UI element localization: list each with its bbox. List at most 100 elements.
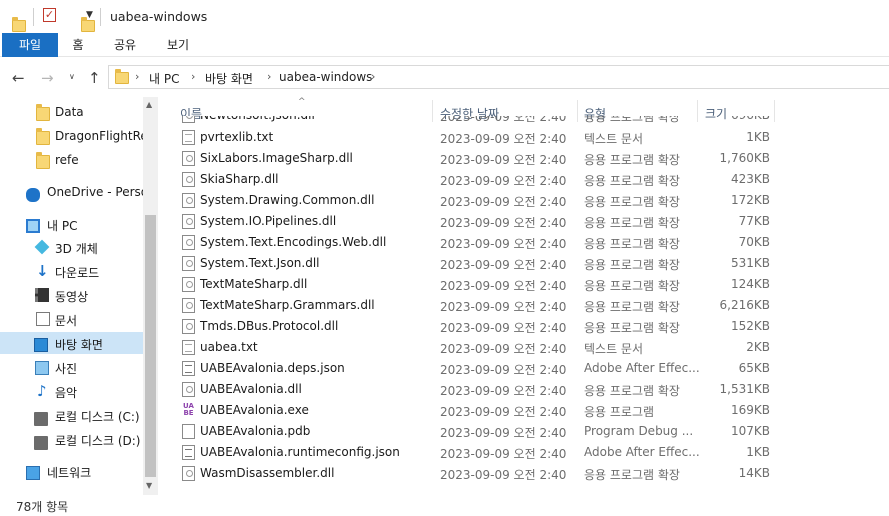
file-type: Adobe After Effec... (584, 445, 700, 459)
window-title: uabea-windows (110, 9, 208, 24)
nav-item-data[interactable]: Data (0, 101, 143, 123)
file-row[interactable]: System.Drawing.Common.dll 2023-09-09 오전 2… (158, 190, 889, 211)
tab-share[interactable]: 공유 (106, 33, 144, 57)
nav-item-refe[interactable]: refe (0, 149, 143, 171)
file-row[interactable]: System.Text.Encodings.Web.dll 2023-09-09 … (158, 232, 889, 253)
dll-file-icon (182, 193, 195, 208)
back-arrow-icon[interactable]: ← (12, 69, 25, 87)
nav-item-local-disk-d[interactable]: 로컬 디스크 (D:) (0, 428, 143, 450)
file-row[interactable]: UABEAvalonia.deps.json 2023-09-09 오전 2:40… (158, 358, 889, 379)
nav-item-downloads[interactable]: ↓ 다운로드 (0, 260, 143, 282)
json-file-icon (182, 361, 195, 376)
txt-file-icon (182, 130, 195, 145)
file-size: 1KB (746, 445, 770, 459)
nav-item-videos[interactable]: 동영상 (0, 284, 143, 306)
file-date-modified: 2023-09-09 오전 2:40 (440, 237, 567, 251)
nav-item-music[interactable]: ♪ 음악 (0, 380, 143, 402)
breadcrumb-chevron-icon[interactable]: › (267, 70, 271, 83)
file-type: 응용 프로그램 (584, 405, 655, 419)
file-row[interactable]: System.Text.Json.dll 2023-09-09 오전 2:40 응용… (158, 253, 889, 274)
video-icon (35, 288, 49, 302)
recent-locations-chevron-icon[interactable]: ∨ (69, 72, 75, 81)
new-folder-icon[interactable] (81, 16, 95, 32)
breadcrumb-chevron-icon[interactable]: › (191, 70, 195, 83)
file-row[interactable]: System.IO.Pipelines.dll 2023-09-09 오전 2:4… (158, 211, 889, 232)
file-date-modified: 2023-09-09 오전 2:40 (440, 405, 567, 419)
dll-file-icon (182, 151, 195, 166)
nav-item-local-disk-c[interactable]: 로컬 디스크 (C:) (0, 404, 143, 426)
onedrive-icon (26, 188, 40, 202)
breadcrumb-chevron-icon[interactable]: › (371, 70, 375, 83)
scroll-up-arrow-icon[interactable]: ▲ (146, 100, 152, 109)
nav-item-dragonflightres[interactable]: DragonFlightRes (0, 125, 143, 147)
file-size: 77KB (738, 214, 770, 228)
nav-item-desktop[interactable]: 바탕 화면 (0, 332, 143, 354)
txt-file-icon (182, 340, 195, 355)
file-size: 152KB (730, 319, 770, 333)
nav-item-label: 다운로드 (55, 266, 100, 280)
title-bar: ✓ ▼ uabea-windows (0, 0, 889, 33)
music-icon: ♪ (37, 382, 47, 400)
dll-file-icon (182, 172, 195, 187)
dll-file-icon (182, 466, 195, 481)
file-type: Adobe After Effec... (584, 361, 700, 375)
tab-file[interactable]: 파일 (2, 33, 58, 57)
file-size: 6,216KB (719, 298, 770, 312)
nav-item-documents[interactable]: 문서 (0, 308, 143, 330)
file-row[interactable]: TextMateSharp.Grammars.dll 2023-09-09 오전 … (158, 295, 889, 316)
file-name: Newtonsoft.Json.dll (200, 116, 315, 122)
breadcrumb-this-pc[interactable]: 내 PC (149, 70, 179, 87)
quick-access-dropdown-icon[interactable]: ▼ (86, 10, 93, 20)
file-row[interactable]: UABEAvalonia.runtimeconfig.json 2023-09-0… (158, 442, 889, 463)
file-row[interactable]: TextMateSharp.dll 2023-09-09 오전 2:40 응용 프로… (158, 274, 889, 295)
file-row[interactable]: SixLabors.ImageSharp.dll 2023-09-09 오전 2:… (158, 148, 889, 169)
breadcrumb-chevron-icon[interactable]: › (135, 70, 139, 83)
file-date-modified: 2023-09-09 오전 2:40 (440, 216, 567, 230)
file-size: 169KB (730, 403, 770, 417)
up-arrow-icon[interactable]: ↑ (88, 69, 101, 87)
scroll-down-arrow-icon[interactable]: ▼ (146, 481, 152, 490)
file-row[interactable]: Newtonsoft.Json.dll 2023-09-09 오전 2:40 응용 … (158, 116, 889, 127)
file-row[interactable]: WasmDisassembler.dll 2023-09-09 오전 2:40 응용… (158, 463, 889, 484)
tab-view[interactable]: 보기 (158, 33, 198, 57)
tab-home[interactable]: 홈 (62, 33, 94, 57)
breadcrumb-current-folder[interactable]: uabea-windows (279, 70, 372, 84)
forward-arrow-icon[interactable]: → (41, 69, 54, 87)
ribbon-tabs: 파일 홈 공유 보기 (0, 33, 889, 57)
breadcrumb-desktop[interactable]: 바탕 화면 (205, 70, 253, 87)
file-size: 107KB (730, 424, 770, 438)
pictures-icon (35, 361, 49, 375)
file-row[interactable]: UABEAvalonia.pdb 2023-09-09 오전 2:40 Progra… (158, 421, 889, 442)
disk-icon (34, 412, 48, 426)
file-size: 1,760KB (719, 151, 770, 165)
folder-icon (36, 128, 50, 145)
file-date-modified: 2023-09-09 오전 2:40 (440, 116, 567, 124)
navigation-pane-scrollbar[interactable]: ▲ ▼ (143, 97, 158, 495)
nav-item-onedrive[interactable]: OneDrive - Person (0, 181, 143, 203)
file-row[interactable]: uabea.txt 2023-09-09 오전 2:40 텍스트 문서 2KB (158, 337, 889, 358)
nav-item-pictures[interactable]: 사진 (0, 356, 143, 378)
nav-item-label: 네트워크 (47, 466, 92, 480)
scrollbar-thumb[interactable] (145, 215, 156, 477)
nav-item-network[interactable]: 네트워크 (0, 460, 143, 482)
file-name: System.Text.Json.dll (200, 256, 320, 270)
file-size: 2KB (746, 340, 770, 354)
nav-item-this-pc[interactable]: 내 PC (0, 213, 143, 235)
file-date-modified: 2023-09-09 오전 2:40 (440, 426, 567, 440)
file-row[interactable]: Tmds.DBus.Protocol.dll 2023-09-09 오전 2:40… (158, 316, 889, 337)
nav-item-label: 로컬 디스크 (D:) (55, 434, 141, 448)
file-row[interactable]: UA BE UABEAvalonia.exe 2023-09-09 오전 2:40 응… (158, 400, 889, 421)
file-row[interactable]: UABEAvalonia.dll 2023-09-09 오전 2:40 응용 프로그… (158, 379, 889, 400)
title-divider (33, 8, 34, 26)
properties-icon[interactable]: ✓ (43, 8, 56, 22)
nav-item-label: refe (55, 153, 79, 167)
file-type: 텍스트 문서 (584, 342, 644, 356)
file-row[interactable]: SkiaSharp.dll 2023-09-09 오전 2:40 응용 프로그램 확… (158, 169, 889, 190)
pc-icon (26, 219, 40, 233)
nav-item-3d-objects[interactable]: 3D 개체 (0, 236, 143, 258)
file-name: UABEAvalonia.runtimeconfig.json (200, 445, 400, 459)
file-type: 응용 프로그램 확장 (584, 468, 680, 482)
pdb-file-icon (182, 424, 195, 439)
address-bar[interactable]: › 내 PC › 바탕 화면 › uabea-windows › (108, 65, 889, 89)
file-row[interactable]: pvrtexlib.txt 2023-09-09 오전 2:40 텍스트 문서 1KB (158, 127, 889, 148)
